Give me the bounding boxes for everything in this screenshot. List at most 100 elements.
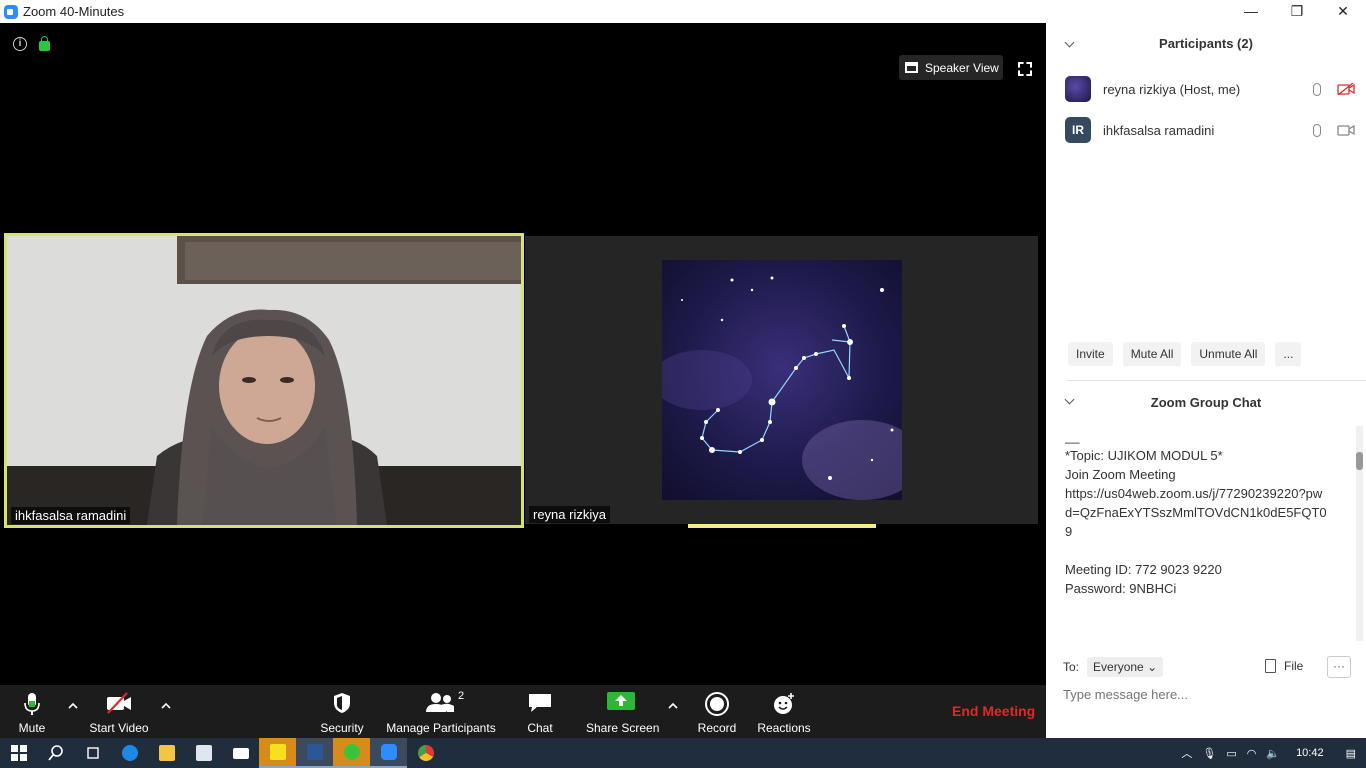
mute-all-button[interactable]: Mute All [1122, 342, 1182, 366]
reactions-button[interactable]: Reactions [757, 685, 811, 738]
taskbar-line[interactable] [333, 738, 370, 768]
recipient-dropdown[interactable]: Everyone ⌄ [1087, 657, 1164, 677]
volume-icon[interactable]: 🔈 [1266, 747, 1280, 760]
zoom-icon [380, 744, 397, 760]
video-tile-ihkfasalsa[interactable]: ihkfasalsa ramadini [4, 233, 524, 528]
battery-icon[interactable]: ▭ [1226, 747, 1236, 760]
edge-icon [121, 745, 138, 761]
share-screen-label: Share Screen [586, 721, 660, 735]
chat-line [1065, 541, 1327, 560]
file-icon [1265, 659, 1276, 673]
mute-label: Mute [18, 721, 46, 735]
shield-icon [334, 693, 350, 713]
chat-line: *Topic: UJIKOM MODUL 5* [1065, 448, 1223, 463]
side-panel: Participants (2) reyna rizkiya (Host, me… [1046, 23, 1366, 738]
participant-count-badge: 2 [458, 690, 465, 702]
mail-icon [232, 747, 249, 759]
microphone-tray-icon[interactable]: 🎙 [1202, 747, 1216, 760]
windows-logo-icon [10, 745, 27, 761]
share-screen-icon [607, 692, 635, 710]
video-options-chevron-icon[interactable] [161, 701, 171, 711]
security-button[interactable]: Security [316, 685, 368, 738]
video-off-icon [107, 692, 131, 714]
end-meeting-button[interactable]: End Meeting [952, 703, 1035, 719]
speaker-view-button[interactable]: Speaker View [899, 55, 1003, 80]
line-chat-icon [343, 744, 360, 760]
notification-icon[interactable]: ▤ [1346, 747, 1356, 760]
chat-bubble-icon [529, 694, 551, 712]
avatar [1065, 76, 1091, 102]
taskbar-sticky-notes[interactable] [259, 738, 296, 768]
video-off-icon[interactable] [1337, 83, 1355, 95]
word-icon [306, 744, 323, 760]
sticky-notes-icon [269, 744, 286, 760]
audio-options-chevron-icon[interactable] [68, 701, 78, 711]
fullscreen-icon[interactable] [1018, 62, 1032, 76]
security-label: Security [320, 721, 364, 735]
zoom-logo-icon [4, 4, 18, 19]
record-label: Record [697, 721, 737, 735]
chat-line: __ [1065, 429, 1080, 444]
search-icon [47, 745, 63, 761]
share-options-chevron-icon[interactable] [668, 701, 678, 711]
taskbar-edge[interactable] [111, 738, 148, 768]
microphone-icon[interactable] [1313, 123, 1321, 137]
share-screen-button[interactable]: Share Screen [586, 685, 660, 738]
manage-participants-button[interactable]: 2 Manage Participants [385, 685, 497, 738]
taskbar-chrome[interactable] [407, 738, 444, 768]
close-button[interactable]: ✕ [1320, 0, 1366, 23]
clock[interactable]: 10:42 [1296, 747, 1324, 759]
mute-button[interactable]: Mute [8, 685, 56, 738]
search-button[interactable] [37, 738, 74, 768]
taskbar-mail[interactable] [222, 738, 259, 768]
task-view-icon [86, 747, 99, 759]
chat-link[interactable]: https://us04web.zoom.us/j/77290239220?pw… [1065, 484, 1327, 541]
participant-name: reyna rizkiya (Host, me) [1103, 81, 1241, 97]
chat-messages: —————————————————__*Topic: UJIKOM MODUL … [1065, 422, 1327, 627]
chat-line: Join Zoom Meeting [1065, 467, 1176, 482]
avatar: IR [1065, 117, 1091, 143]
chevron-down-icon: ⌄ [1147, 660, 1158, 674]
info-icon[interactable]: i [13, 37, 27, 51]
restore-button[interactable]: ❐ [1274, 0, 1320, 23]
more-options-button[interactable]: ... [1275, 342, 1302, 366]
speaker-view-label: Speaker View [925, 60, 999, 75]
chat-line: Meeting ID: 772 9023 9220 [1065, 562, 1222, 577]
taskbar-word[interactable] [296, 738, 333, 768]
video-camera-icon[interactable] [1337, 124, 1355, 136]
record-button[interactable]: Record [694, 685, 740, 738]
scrollbar-thumb[interactable] [1356, 452, 1363, 470]
participants-icon [426, 693, 454, 712]
window-title: Zoom 40-Minutes [23, 4, 125, 19]
chat-more-button[interactable]: ··· [1327, 656, 1351, 678]
participant-row[interactable]: IR ihkfasalsa ramadini [1065, 117, 1355, 143]
chat-message-input[interactable] [1063, 687, 1343, 702]
camera-feed-image [7, 236, 521, 525]
chat-button[interactable]: Chat [518, 685, 562, 738]
minimize-button[interactable]: — [1228, 0, 1274, 23]
participant-name: ihkfasalsa ramadini [1103, 122, 1215, 138]
start-video-button[interactable]: Start Video [88, 685, 150, 738]
microphone-icon [24, 693, 40, 715]
taskbar-store[interactable] [185, 738, 222, 768]
video-tile-reyna[interactable]: reyna rizkiya [525, 236, 1038, 524]
record-icon [705, 692, 729, 716]
invite-button[interactable]: Invite [1068, 342, 1113, 366]
participant-name-label: reyna rizkiya [529, 506, 610, 523]
start-button[interactable] [0, 738, 37, 768]
participant-row[interactable]: reyna rizkiya (Host, me) [1065, 76, 1355, 102]
taskbar-zoom[interactable] [370, 738, 407, 768]
encryption-lock-icon[interactable] [39, 36, 50, 51]
chevron-up-icon[interactable]: ︿ [1181, 745, 1192, 761]
task-view-button[interactable] [74, 738, 111, 768]
chrome-icon [417, 745, 434, 761]
unmute-all-button[interactable]: Unmute All [1191, 342, 1266, 366]
divider [1066, 380, 1366, 381]
chat-scrollbar[interactable] [1356, 426, 1363, 641]
file-button[interactable]: File [1265, 659, 1303, 673]
start-video-label: Start Video [89, 721, 149, 735]
microphone-icon[interactable] [1313, 82, 1321, 96]
wifi-icon[interactable]: ◠ [1247, 747, 1257, 760]
taskbar-explorer[interactable] [148, 738, 185, 768]
system-tray: ︿ 🎙 ▭ ◠ 🔈 10:42 ▤ [1181, 738, 1366, 768]
